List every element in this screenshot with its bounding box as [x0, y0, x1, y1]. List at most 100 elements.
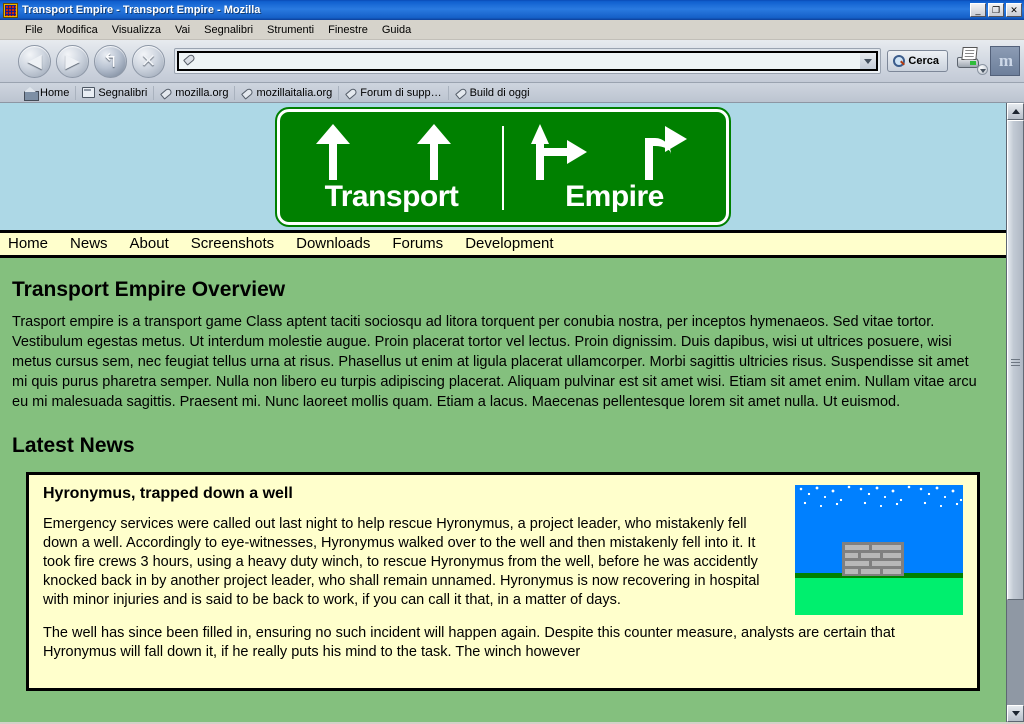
nav-item-development[interactable]: Development — [465, 235, 567, 252]
bookmark-mozilla-org[interactable]: mozilla.org — [153, 85, 234, 100]
bookmark-label: Segnalibri — [98, 86, 148, 99]
transport-empire-icon — [3, 2, 18, 18]
sign-left-text: Transport — [324, 179, 459, 213]
menu-modifica[interactable]: Modifica — [50, 22, 105, 38]
arrow-turn-right-icon — [645, 124, 695, 180]
bookmarks-toolbar: Home Segnalibri mozilla.org mozillaitali… — [0, 83, 1024, 103]
reload-button[interactable]: ↰ — [94, 44, 127, 78]
grass-region — [795, 578, 963, 615]
bookmark-tag-icon — [241, 87, 253, 99]
bookmark-tag-icon — [455, 87, 467, 99]
window-title-bar[interactable]: Transport Empire - Transport Empire - Mo… — [0, 0, 1024, 20]
news-article-box: Hyronymus, trapped down a well Emergency… — [26, 472, 980, 691]
home-icon — [24, 86, 39, 101]
minimize-button[interactable]: _ — [970, 3, 986, 17]
browser-viewport: Transport Empire Home News About Screens… — [0, 103, 1024, 722]
browser-toolbar: ◀ ▶ ↰ ✕ Cerca m — [0, 40, 1024, 83]
scroll-down-button[interactable] — [1007, 705, 1024, 722]
menu-strumenti[interactable]: Strumenti — [260, 22, 321, 38]
back-arrow-icon: ◀ — [27, 49, 42, 72]
article-content: Transport Empire Overview Trasport empir… — [0, 258, 1006, 691]
restore-icon: ❐ — [991, 5, 1001, 15]
nav-item-forums[interactable]: Forums — [392, 235, 457, 252]
bookmark-label: Build di oggi — [469, 86, 530, 99]
scroll-up-button[interactable] — [1007, 103, 1024, 120]
mozilla-logo-icon[interactable]: m — [990, 46, 1020, 76]
url-field[interactable] — [177, 51, 861, 71]
chevron-down-icon — [864, 58, 873, 64]
page-content: Transport Empire Home News About Screens… — [0, 103, 1006, 722]
print-button[interactable] — [954, 45, 988, 77]
folder-icon — [82, 87, 96, 98]
page-title: Transport Empire Overview — [12, 278, 286, 301]
search-icon — [893, 55, 906, 67]
scrollbar-thumb[interactable] — [1007, 120, 1024, 600]
road-sign-logo: Transport Empire — [275, 106, 731, 227]
bookmark-tag-icon — [345, 87, 357, 99]
stop-button[interactable]: ✕ — [132, 44, 165, 78]
printer-indicator-icon — [970, 61, 976, 65]
search-button-label: Cerca — [908, 55, 939, 67]
window-controls: _ ❐ ✕ — [970, 3, 1022, 17]
bookmark-label: Forum di supp… — [360, 86, 442, 99]
bookmark-tag-icon — [160, 87, 172, 99]
menu-visualizza[interactable]: Visualizza — [105, 22, 168, 38]
bookmark-mozillaitalia-org[interactable]: mozillaitalia.org — [234, 85, 338, 100]
bookmark-build-di-oggi[interactable]: Build di oggi — [447, 85, 536, 100]
mozilla-logo-letter: m — [998, 51, 1013, 70]
scrollbar-track[interactable] — [1007, 120, 1024, 705]
search-button[interactable]: Cerca — [887, 50, 948, 72]
site-banner: Transport Empire — [0, 103, 1006, 233]
sign-right-arrows — [503, 123, 726, 182]
bookmark-forum-supporto[interactable]: Forum di supp… — [338, 85, 447, 100]
caret-down-icon — [1011, 711, 1020, 716]
well-illustration — [795, 485, 963, 615]
nav-item-news[interactable]: News — [70, 235, 122, 252]
bookmark-label: mozilla.org — [175, 86, 229, 99]
vertical-scrollbar[interactable] — [1006, 103, 1024, 722]
url-input[interactable] — [196, 53, 861, 69]
menu-bar: File Modifica Visualizza Vai Segnalibri … — [0, 20, 1024, 40]
url-dropdown-button[interactable] — [860, 51, 879, 71]
news-paragraph-2: The well has since been filled in, ensur… — [43, 625, 895, 660]
latest-news-heading: Latest News — [12, 434, 135, 457]
grip-icon — [1011, 359, 1020, 361]
nav-item-downloads[interactable]: Downloads — [296, 235, 384, 252]
clouds-region — [795, 485, 963, 511]
menu-guida[interactable]: Guida — [375, 22, 418, 38]
sign-left-arrows — [280, 123, 503, 182]
menu-segnalibri[interactable]: Segnalibri — [197, 22, 260, 38]
stop-icon: ✕ — [140, 49, 157, 72]
menu-file[interactable]: File — [18, 22, 50, 38]
minimize-icon: _ — [975, 5, 981, 15]
back-button[interactable]: ◀ — [18, 44, 51, 78]
nav-item-about[interactable]: About — [130, 235, 183, 252]
arrow-up-icon — [417, 123, 451, 180]
sign-right-text: Empire — [565, 179, 664, 213]
bookmark-label: mozillaitalia.org — [256, 86, 333, 99]
menu-vai[interactable]: Vai — [168, 22, 197, 38]
arrow-up-icon — [316, 123, 350, 180]
forward-button[interactable]: ▶ — [56, 44, 89, 78]
sign-left-half: Transport — [280, 112, 503, 222]
sign-right-half: Empire — [503, 112, 726, 222]
window-title: Transport Empire - Transport Empire - Mo… — [22, 4, 261, 16]
site-navigation: Home News About Screenshots Downloads Fo… — [0, 233, 1006, 258]
printer-page-icon — [961, 47, 978, 60]
bookmark-home[interactable]: Home — [18, 86, 75, 101]
close-icon: ✕ — [1010, 5, 1018, 15]
print-dropdown-icon[interactable] — [977, 64, 988, 75]
arrow-up-right-fork-icon — [531, 123, 589, 180]
menu-finestre[interactable]: Finestre — [321, 22, 375, 38]
forward-arrow-icon: ▶ — [65, 49, 80, 72]
reload-icon: ↰ — [102, 49, 119, 72]
bookmark-tag-icon — [182, 54, 196, 68]
overview-paragraph: Trasport empire is a transport game Clas… — [12, 314, 977, 410]
nav-item-screenshots[interactable]: Screenshots — [191, 235, 288, 252]
bookmark-segnalibri[interactable]: Segnalibri — [75, 85, 153, 100]
restore-button[interactable]: ❐ — [988, 3, 1004, 17]
bookmark-label: Home — [40, 86, 70, 99]
close-button[interactable]: ✕ — [1006, 3, 1022, 17]
nav-item-home[interactable]: Home — [8, 235, 62, 252]
address-bar[interactable] — [174, 48, 882, 74]
